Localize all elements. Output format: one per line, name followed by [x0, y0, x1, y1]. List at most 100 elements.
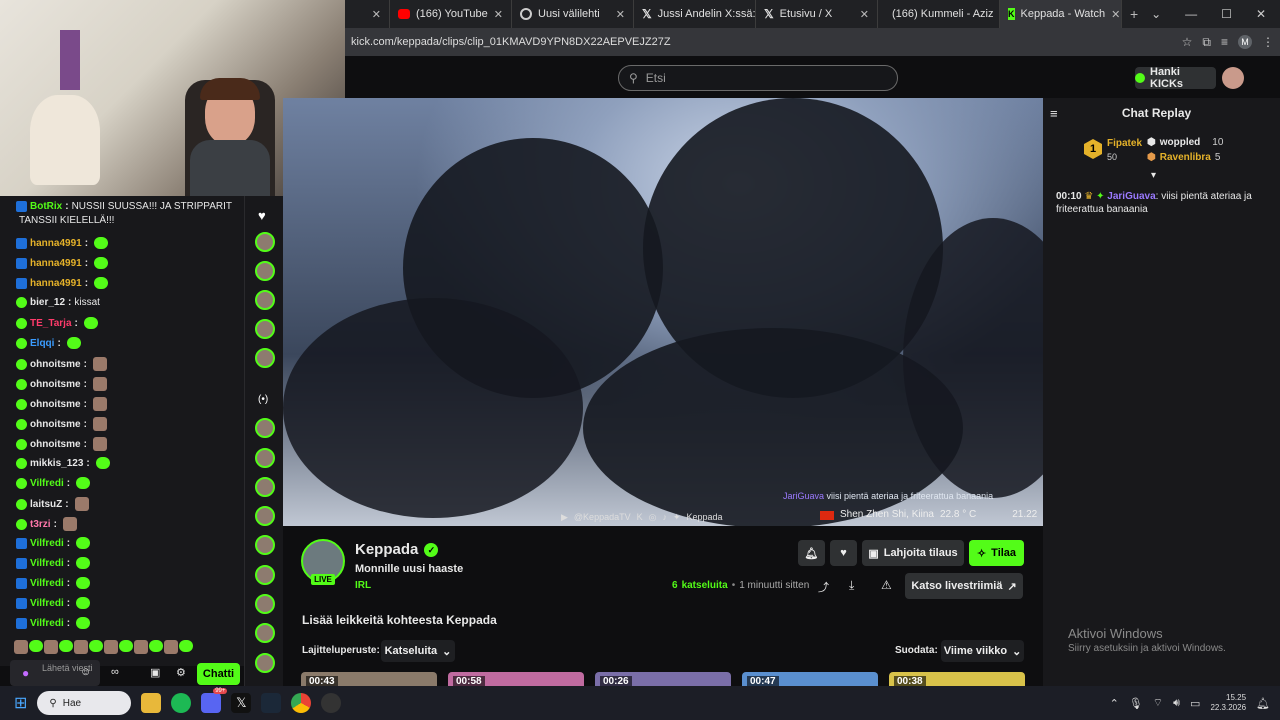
search-bar[interactable]: ⚲ Etsi [618, 65, 898, 91]
file-explorer-icon[interactable] [141, 693, 162, 713]
settings-icon[interactable]: ⚙ [176, 666, 186, 679]
chat-username[interactable]: Vilfredi [30, 598, 64, 609]
chevron-up-icon[interactable]: ⌃ [1110, 697, 1119, 710]
volume-icon[interactable]: 🔊︎ [1173, 697, 1180, 710]
maximize-icon[interactable]: ☐ [1221, 7, 1232, 21]
emote-icon[interactable] [29, 640, 43, 652]
category-link[interactable]: IRL [355, 580, 371, 591]
live-channels-icon[interactable]: (•) [258, 394, 268, 405]
spotify-icon[interactable] [171, 693, 192, 713]
followed-channel-avatar[interactable] [255, 653, 275, 673]
watch-live-button[interactable]: Katso livestriimiä ↗ [905, 573, 1023, 599]
emote-icon[interactable] [14, 640, 28, 654]
emote-icon[interactable] [164, 640, 178, 654]
wifi-icon[interactable]: ⌔ [1153, 696, 1163, 710]
x-app-icon[interactable]: 𝕏 [231, 693, 252, 713]
followed-channel-avatar[interactable] [255, 594, 275, 614]
chat-username[interactable]: ohnoitsme [30, 359, 81, 370]
profile-avatar[interactable]: M [1238, 35, 1252, 49]
steam-icon[interactable] [261, 693, 282, 713]
tab-search-icon[interactable]: ⌄ [1151, 7, 1161, 21]
browser-tab-active[interactable]: K Keppada - Watch ✕ [1000, 0, 1122, 28]
bell-icon[interactable]: 🔔︎ [798, 540, 825, 566]
chat-username[interactable]: Elqqi [30, 338, 54, 349]
menu-icon[interactable]: ⋮ [1262, 35, 1274, 49]
get-kicks-button[interactable]: Hanki KICKs [1135, 66, 1216, 90]
taskbar-search[interactable]: ⚲ Hae [37, 691, 132, 715]
emote-icon[interactable] [74, 640, 88, 654]
close-window-icon[interactable]: ✕ [1256, 7, 1266, 21]
emoji-icon[interactable]: ☺ [80, 666, 91, 678]
browser-tab[interactable]: (166) YouTube ✕ [390, 0, 512, 28]
followed-channel-avatar[interactable] [255, 232, 275, 252]
chat-username[interactable]: t3rzi [30, 519, 51, 530]
message-username[interactable]: JariGuava [1107, 191, 1155, 202]
followed-channel-avatar[interactable] [255, 506, 275, 526]
windows-start-icon[interactable]: ⊞ [14, 693, 27, 713]
discord-icon[interactable]: 99+ [201, 688, 228, 713]
subscribe-button[interactable]: ✧ Tilaa [969, 540, 1024, 566]
send-chat-button[interactable]: Chatti [197, 663, 240, 685]
browser-tab[interactable]: Uusi välilehti ✕ [512, 0, 634, 28]
browser-tab[interactable]: 𝕏Jussi Andelin X:ssä: "I✕ [634, 0, 756, 28]
sort-dropdown[interactable]: Katseluita ⌄ [381, 640, 455, 662]
followed-channel-avatar[interactable] [255, 535, 275, 555]
channel-name[interactable]: Keppada [355, 541, 418, 558]
chat-username[interactable]: ohnoitsme [30, 439, 81, 450]
emote-icon[interactable] [89, 640, 103, 652]
chat-username[interactable]: BotRix [30, 201, 62, 212]
followed-channel-avatar[interactable] [255, 565, 275, 585]
followed-channel-avatar[interactable] [255, 348, 275, 368]
browser-tab[interactable]: ✕ [345, 0, 390, 28]
browser-tab[interactable]: 𝕏 Etusivu / X ✕ [756, 0, 878, 28]
close-icon[interactable]: ✕ [616, 8, 625, 21]
chat-username[interactable]: Vilfredi [30, 558, 64, 569]
browser-tab[interactable]: (166) Kummeli - Aziz✕ [878, 0, 1000, 28]
followed-channel-avatar[interactable] [255, 261, 275, 281]
followed-channel-avatar[interactable] [255, 623, 275, 643]
media-control-icon[interactable]: ≡ [1221, 35, 1228, 49]
chat-username[interactable]: Vilfredi [30, 478, 64, 489]
emote-icon[interactable] [119, 640, 133, 652]
expand-leaderboard-icon[interactable]: ▾ [1151, 170, 1156, 181]
followed-channel-avatar[interactable] [255, 319, 275, 339]
emote-icon[interactable] [134, 640, 148, 654]
emote-icon[interactable] [104, 640, 118, 654]
chat-username[interactable]: ohnoitsme [30, 379, 81, 390]
download-icon[interactable]: ⤓ [849, 578, 854, 593]
notification-bell-icon[interactable]: 🔔︎ [1256, 697, 1270, 710]
emote-icon[interactable] [44, 640, 58, 654]
chat-username[interactable]: hanna4991 [30, 258, 82, 269]
obs-icon[interactable] [321, 693, 342, 713]
chat-username[interactable]: Vilfredi [30, 618, 64, 629]
url-field[interactable]: kick.com/keppada/clips/clip_01KMAVD9YPN8… [351, 36, 1172, 48]
gift-sub-button[interactable]: ▣ Lahjoita tilaus [862, 540, 964, 566]
close-icon[interactable]: ✕ [1111, 8, 1120, 21]
chat-username[interactable]: bier_12 [30, 297, 65, 308]
chat-username[interactable]: ohnoitsme [30, 419, 81, 430]
minimize-icon[interactable]: — [1185, 7, 1197, 21]
user-avatar[interactable] [1222, 67, 1244, 89]
close-icon[interactable]: ✕ [860, 8, 869, 21]
close-icon[interactable]: ✕ [494, 8, 503, 21]
followed-channel-avatar[interactable] [255, 477, 275, 497]
chat-username[interactable]: mikkis_123 [30, 458, 83, 469]
chat-username[interactable]: hanna4991 [30, 278, 82, 289]
search-input[interactable]: Etsi [646, 71, 666, 85]
close-icon[interactable]: ✕ [372, 8, 381, 21]
chat-username[interactable]: TE_Tarja [30, 318, 72, 329]
followed-channel-avatar[interactable] [255, 418, 275, 438]
followed-channel-avatar[interactable] [255, 448, 275, 468]
clock[interactable]: 15.25 22.3.2026 [1210, 693, 1246, 713]
filter-dropdown[interactable]: Viime viikko ⌄ [941, 640, 1024, 662]
bookmark-star-icon[interactable]: ☆ [1182, 35, 1193, 49]
battery-icon[interactable]: ▭ [1190, 697, 1200, 710]
chat-username[interactable]: laitsuZ [30, 499, 62, 510]
share-icon[interactable]: ⤴ [818, 579, 829, 595]
chat-username[interactable]: Vilfredi [30, 578, 64, 589]
heart-icon[interactable]: ♥ [830, 540, 857, 566]
heart-icon[interactable]: ♥ [258, 208, 266, 223]
chat-username[interactable]: hanna4991 [30, 238, 82, 249]
new-tab-icon[interactable]: + [1130, 6, 1138, 22]
report-icon[interactable]: ⚠ [881, 578, 892, 592]
